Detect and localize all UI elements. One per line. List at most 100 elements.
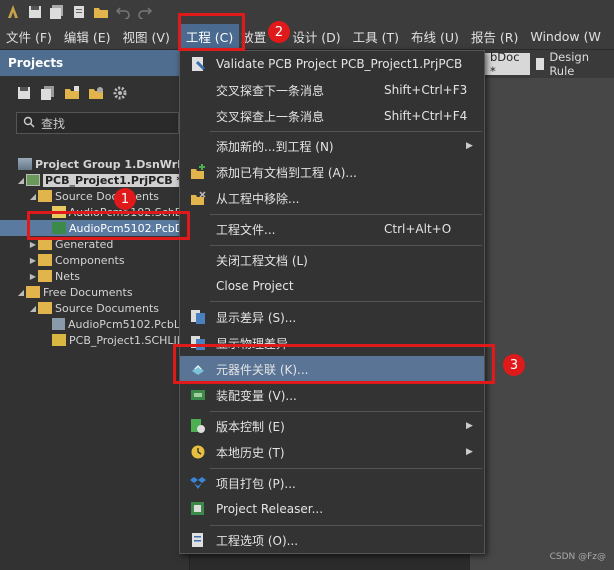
editor-area[interactable] bbox=[470, 78, 614, 570]
project-tree: Project Group 1.DsnWrk ◢ PCB_Project1.Pr… bbox=[0, 156, 190, 348]
tab-pcbdoc[interactable]: bDoc * bbox=[484, 50, 530, 78]
save-all-icon[interactable] bbox=[48, 3, 66, 21]
project-menu-dropdown: Validate PCB Project PCB_Project1.PrjPCB… bbox=[179, 50, 485, 554]
collapse-arrow-icon[interactable]: ▶ bbox=[28, 256, 38, 265]
menu-separator bbox=[210, 468, 482, 469]
tree-item-source-documents[interactable]: ◢ Source Documents bbox=[0, 188, 190, 204]
gear-icon[interactable] bbox=[112, 85, 128, 101]
add-folder-icon[interactable] bbox=[64, 85, 80, 101]
folder-icon bbox=[38, 270, 52, 282]
app-logo-icon bbox=[4, 3, 22, 21]
menu-separator bbox=[210, 301, 482, 302]
watermark: CSDN @Fz@ bbox=[549, 552, 606, 562]
search-placeholder: 查找 bbox=[41, 116, 66, 131]
project-options-icon bbox=[180, 532, 216, 548]
copy-document-icon[interactable] bbox=[40, 85, 56, 101]
tree-item-components[interactable]: ▶ Components bbox=[0, 252, 190, 268]
tree-item-pcblib[interactable]: AudioPcm5102.PcbLib bbox=[0, 316, 190, 332]
collapse-arrow-icon[interactable]: ▶ bbox=[28, 272, 38, 281]
collapse-arrow-icon[interactable]: ▶ bbox=[28, 240, 38, 249]
search-icon bbox=[23, 116, 35, 131]
annotation-box-component-links bbox=[173, 344, 495, 384]
menu-item-show-differences[interactable]: 显示差异 (S)... bbox=[180, 304, 484, 330]
menu-separator bbox=[210, 214, 482, 215]
menu-item-cross-probe-next[interactable]: 交叉探查下一条消息 Shift+Ctrl+F3 bbox=[180, 77, 484, 103]
annotation-box-menu-project bbox=[178, 13, 245, 51]
expand-arrow-icon[interactable]: ◢ bbox=[28, 304, 38, 313]
open-document-icon[interactable] bbox=[70, 3, 88, 21]
pcb-library-icon bbox=[52, 318, 66, 330]
tree-item-pcb-project[interactable]: ◢ PCB_Project1.PrjPCB * bbox=[0, 172, 190, 188]
annotation-badge-1: 1 bbox=[114, 188, 136, 210]
menu-bar: 文件 (F) 编辑 (E) 视图 (V) 工程 (C) 放置 设计 (D) 工具… bbox=[0, 23, 614, 50]
dropbox-icon bbox=[180, 475, 216, 491]
menu-separator bbox=[210, 245, 482, 246]
document-tabs: bDoc * Design Rule bbox=[470, 50, 614, 78]
submenu-arrow-icon: ▶ bbox=[466, 141, 473, 151]
menu-edit[interactable]: 编辑 (E) bbox=[58, 24, 117, 50]
add-document-icon bbox=[180, 164, 216, 180]
save-icon[interactable] bbox=[26, 3, 44, 21]
menu-item-version-control[interactable]: 版本控制 (E) ▶ bbox=[180, 413, 484, 439]
menu-item-project-packager[interactable]: 项目打包 (P)... bbox=[180, 470, 484, 496]
version-control-icon bbox=[180, 418, 216, 434]
menu-item-add-existing[interactable]: 添加已有文档到工程 (A)... bbox=[180, 159, 484, 185]
menu-window[interactable]: Window (W bbox=[524, 24, 607, 50]
menu-item-remove[interactable]: 从工程中移除... bbox=[180, 185, 484, 211]
menu-item-project-files[interactable]: 工程文件... Ctrl+Alt+O bbox=[180, 216, 484, 242]
submenu-arrow-icon: ▶ bbox=[466, 447, 473, 457]
folder-icon bbox=[26, 286, 40, 298]
menu-item-assembly-variants[interactable]: 装配变量 (V)... bbox=[180, 382, 484, 408]
annotation-badge-3: 3 bbox=[503, 354, 525, 376]
folder-options-icon[interactable] bbox=[88, 85, 104, 101]
projects-toolbar bbox=[0, 76, 189, 110]
menu-file[interactable]: 文件 (F) bbox=[0, 24, 58, 50]
document-icon bbox=[535, 58, 545, 70]
menu-item-project-releaser[interactable]: Project Releaser... bbox=[180, 496, 484, 522]
releaser-icon bbox=[180, 501, 216, 517]
folder-icon bbox=[38, 190, 52, 202]
menu-item-validate[interactable]: Validate PCB Project PCB_Project1.PrjPCB bbox=[180, 51, 484, 77]
menu-separator bbox=[210, 131, 482, 132]
quick-access-toolbar bbox=[0, 0, 614, 24]
tab-design-rule[interactable]: Design Rule bbox=[530, 50, 614, 78]
expand-arrow-icon[interactable]: ◢ bbox=[16, 288, 26, 297]
assembly-variants-icon bbox=[180, 387, 216, 403]
tree-item-free-source-documents[interactable]: ◢ Source Documents bbox=[0, 300, 190, 316]
tree-item-free-documents[interactable]: ◢ Free Documents bbox=[0, 284, 190, 300]
pcb-project-icon bbox=[26, 174, 40, 186]
tree-item-project-group[interactable]: Project Group 1.DsnWrk bbox=[0, 156, 190, 172]
menu-route[interactable]: 布线 (U) bbox=[405, 24, 465, 50]
menu-reports[interactable]: 报告 (R) bbox=[465, 24, 524, 50]
project-group-icon bbox=[18, 158, 32, 170]
menu-tools[interactable]: 工具 (T) bbox=[347, 24, 405, 50]
menu-item-close-docs[interactable]: 关闭工程文档 (L) bbox=[180, 247, 484, 273]
menu-view[interactable]: 视图 (V) bbox=[117, 24, 176, 50]
expand-arrow-icon[interactable]: ◢ bbox=[16, 176, 26, 185]
schematic-library-icon bbox=[52, 334, 66, 346]
menu-item-project-options[interactable]: 工程选项 (O)... bbox=[180, 527, 484, 553]
menu-design[interactable]: 设计 (D) bbox=[286, 24, 346, 50]
save-project-icon[interactable] bbox=[16, 85, 32, 101]
menu-separator bbox=[210, 525, 482, 526]
tree-item-nets[interactable]: ▶ Nets bbox=[0, 268, 190, 284]
submenu-arrow-icon: ▶ bbox=[466, 421, 473, 431]
annotation-box-pcbdoc bbox=[27, 211, 190, 240]
projects-panel-title: Projects bbox=[0, 50, 189, 76]
folder-icon bbox=[38, 254, 52, 266]
menu-item-local-history[interactable]: 本地历史 (T) ▶ bbox=[180, 439, 484, 465]
expand-arrow-icon[interactable]: ◢ bbox=[28, 192, 38, 201]
open-folder-icon[interactable] bbox=[92, 3, 110, 21]
search-input[interactable]: 查找 bbox=[16, 112, 179, 134]
validate-icon bbox=[180, 56, 216, 72]
menu-item-cross-probe-prev[interactable]: 交叉探查上一条消息 Shift+Ctrl+F4 bbox=[180, 103, 484, 129]
folder-icon bbox=[38, 302, 52, 314]
menu-item-add-new[interactable]: 添加新的...到工程 (N) ▶ bbox=[180, 133, 484, 159]
clock-icon bbox=[180, 444, 216, 460]
undo-icon[interactable] bbox=[114, 3, 132, 21]
menu-item-close-project[interactable]: Close Project bbox=[180, 273, 484, 299]
menu-separator bbox=[210, 411, 482, 412]
differences-icon bbox=[180, 309, 216, 325]
redo-icon[interactable] bbox=[136, 3, 154, 21]
tree-item-schlib[interactable]: PCB_Project1.SCHLIB bbox=[0, 332, 190, 348]
